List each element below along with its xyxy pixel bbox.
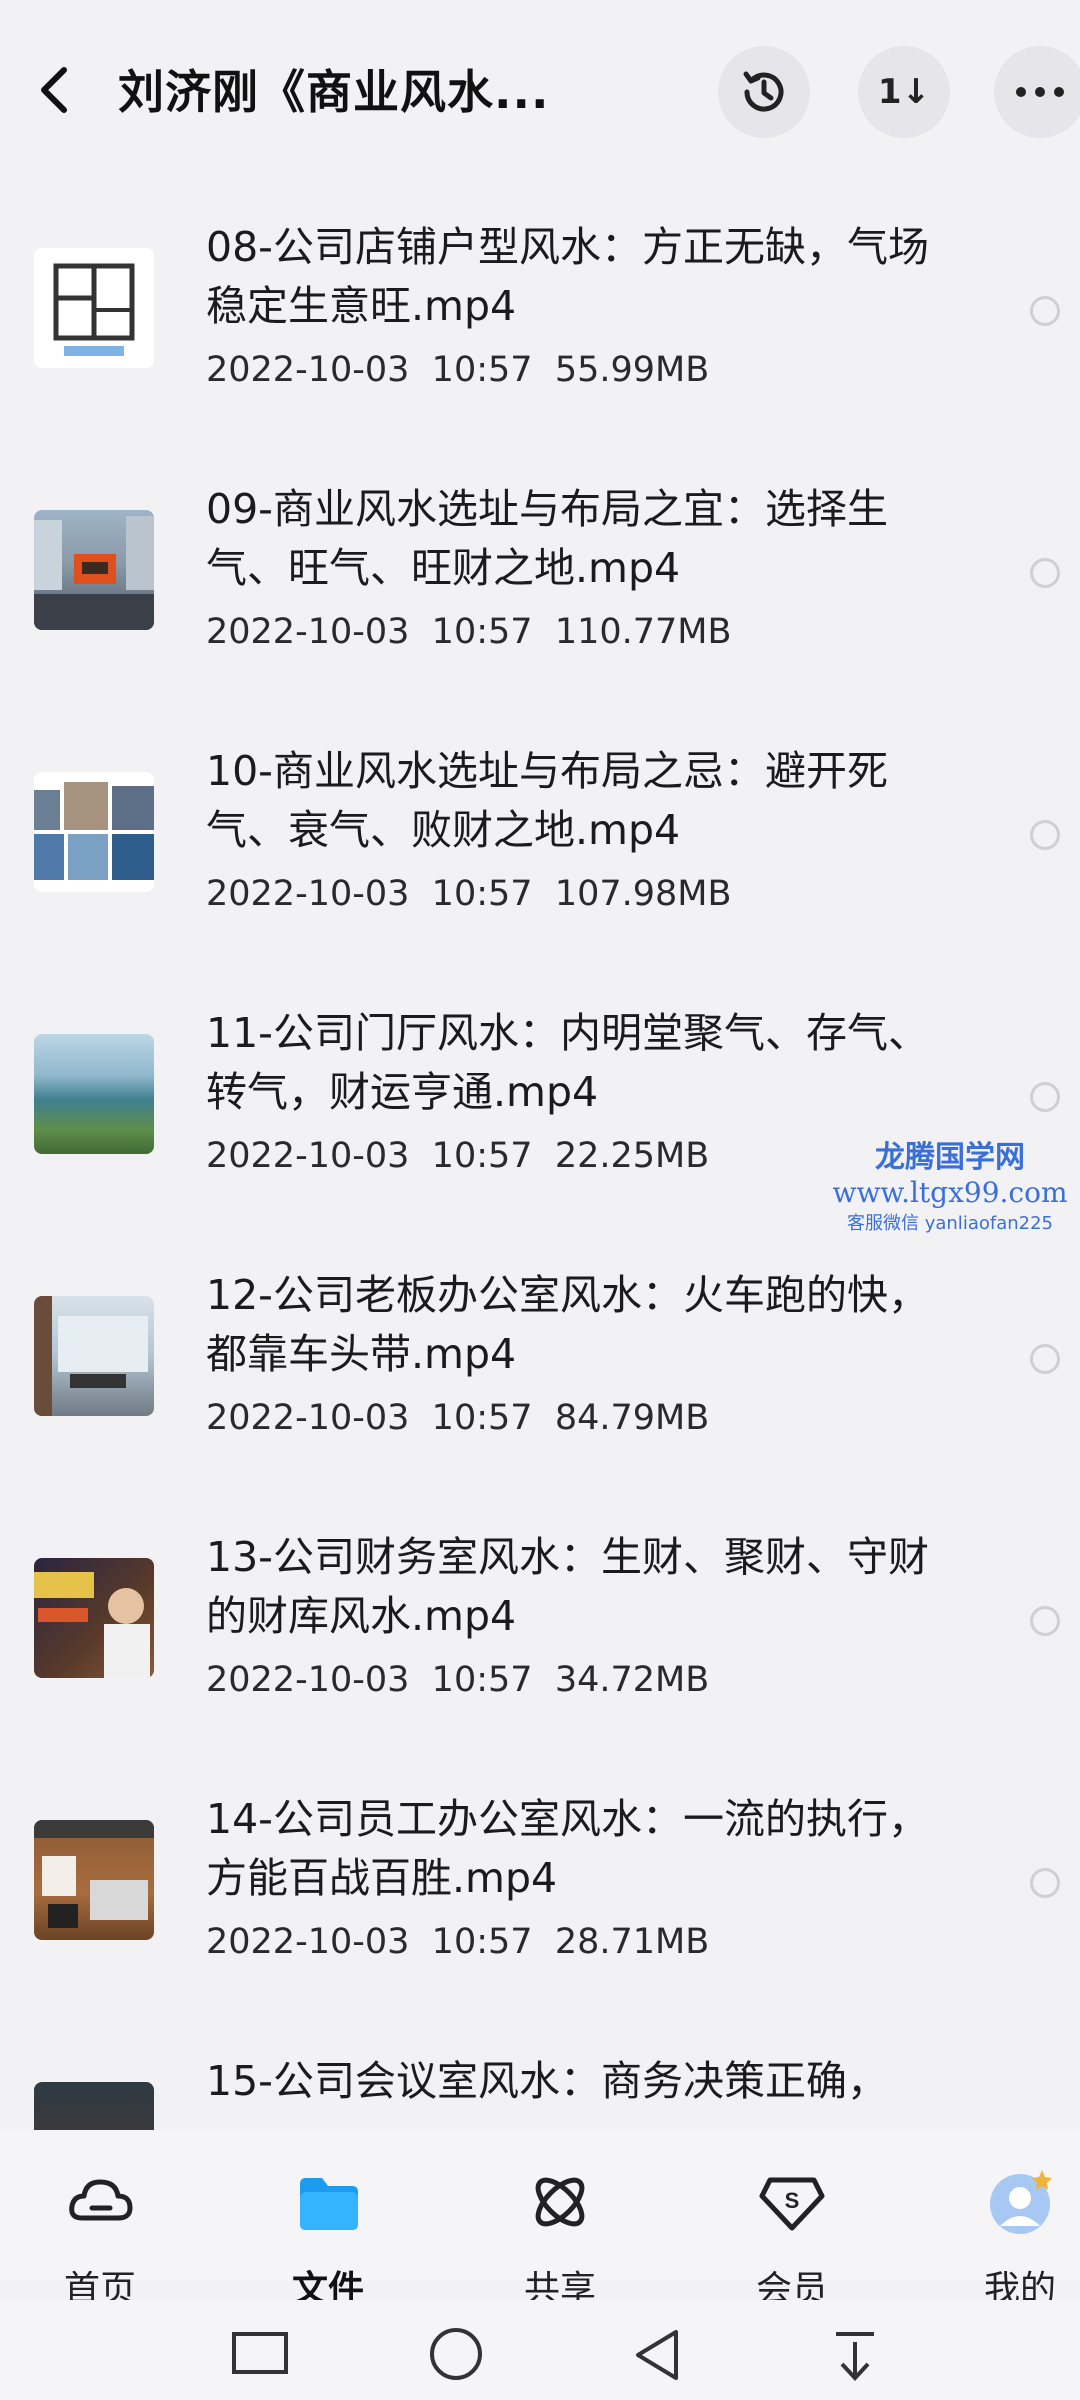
file-size: 28.71MB: [554, 1922, 710, 1962]
select-checkbox[interactable]: [1030, 296, 1060, 326]
vip-diamond-icon: S: [759, 2177, 825, 2231]
file-row[interactable]: 13-公司财务室风水：生财、聚财、守财的财库风水.mp4 2022-10-03 …: [0, 1490, 1080, 1752]
recent-apps-icon[interactable]: [230, 2328, 290, 2378]
folder-icon: [300, 2178, 358, 2230]
file-name: 10-商业风水选址与布局之忌：避开死气、衰气、败财之地.mp4: [206, 747, 888, 854]
file-meta: 2022-10-03 10:57 34.72MB: [206, 1660, 709, 1700]
more-options-button[interactable]: [994, 46, 1080, 138]
file-size: 34.72MB: [554, 1660, 710, 1700]
file-meta: 2022-10-03 10:57 28.71MB: [206, 1922, 709, 1962]
file-time: 10:57: [431, 1660, 533, 1700]
file-row[interactable]: 12-公司老板办公室风水：火车跑的快，都靠车头带.mp4 2022-10-03 …: [0, 1228, 1080, 1490]
svg-text:S: S: [785, 2188, 800, 2213]
video-thumbnail-street: [34, 510, 154, 630]
video-thumbnail-floorplan: [34, 248, 154, 368]
tab-home[interactable]: 首页: [0, 2130, 200, 2310]
watermark: 龙腾国学网 www.ltgx99.com 客服微信 yanliaofan225: [820, 1132, 1080, 1235]
file-meta: 2022-10-03 10:57 84.79MB: [206, 1398, 709, 1438]
sort-button[interactable]: 1↓: [858, 46, 950, 138]
back-triangle-icon[interactable]: [632, 2328, 682, 2384]
file-name: 12-公司老板办公室风水：火车跑的快，都靠车头带.mp4: [206, 1271, 929, 1378]
cloud-home-icon: [69, 2179, 133, 2221]
clock-history-icon: [743, 71, 784, 112]
file-date: 2022-10-03: [206, 612, 410, 652]
file-row[interactable]: 10-商业风水选址与布局之忌：避开死气、衰气、败财之地.mp4 2022-10-…: [0, 704, 1080, 966]
file-date: 2022-10-03: [206, 1660, 410, 1700]
file-size: 107.98MB: [554, 874, 732, 914]
watermark-url: www.ltgx99.com: [832, 1176, 1068, 1209]
file-size: 55.99MB: [554, 350, 710, 390]
file-row[interactable]: 09-商业风水选址与布局之宜：选择生气、旺气、旺财之地.mp4 2022-10-…: [0, 442, 1080, 704]
file-size: 110.77MB: [554, 612, 732, 652]
system-nav-bar: [0, 2300, 1080, 2400]
video-thumbnail-landscape: [34, 1034, 154, 1154]
tab-vip[interactable]: S 会员: [692, 2130, 892, 2310]
watermark-contact: 客服微信 yanliaofan225: [847, 1213, 1053, 1234]
select-checkbox[interactable]: [1030, 820, 1060, 850]
select-checkbox[interactable]: [1030, 1344, 1060, 1374]
file-name: 08-公司店铺户型风水：方正无缺，气场稳定生意旺.mp4: [206, 223, 929, 330]
file-row[interactable]: 14-公司员工办公室风水：一流的执行，方能百战百胜.mp4 2022-10-03…: [0, 1752, 1080, 2014]
sort-label: 1↓: [877, 72, 931, 112]
tab-share[interactable]: 共享: [460, 2130, 660, 2310]
bottom-tab-bar: 首页 文件 共享 S 会员 我的: [0, 2130, 1080, 2310]
file-date: 2022-10-03: [206, 1398, 410, 1438]
download-arrow-icon[interactable]: [830, 2328, 880, 2384]
file-time: 10:57: [431, 1136, 533, 1176]
back-button[interactable]: [30, 60, 80, 120]
file-time: 10:57: [431, 1398, 533, 1438]
select-checkbox[interactable]: [1030, 558, 1060, 588]
history-button[interactable]: [718, 46, 810, 138]
file-date: 2022-10-03: [206, 874, 410, 914]
more-dots-icon: [1016, 87, 1064, 97]
video-thumbnail-meeting: [34, 2082, 154, 2130]
video-thumbnail-lecture: [34, 1558, 154, 1678]
file-date: 2022-10-03: [206, 1136, 410, 1176]
avatar-icon: [990, 2170, 1052, 2234]
watermark-site-name: 龙腾国学网: [875, 1140, 1025, 1175]
file-time: 10:57: [431, 612, 533, 652]
file-meta: 2022-10-03 10:57 110.77MB: [206, 612, 732, 652]
file-name: 09-商业风水选址与布局之宜：选择生气、旺气、旺财之地.mp4: [206, 485, 888, 592]
top-bar: 刘济刚《商业风水... 1↓: [0, 0, 1080, 180]
video-thumbnail-office: [34, 1296, 154, 1416]
file-meta: 2022-10-03 10:57 22.25MB: [206, 1136, 709, 1176]
file-meta: 2022-10-03 10:57 107.98MB: [206, 874, 732, 914]
file-meta: 2022-10-03 10:57 55.99MB: [206, 350, 709, 390]
page-title: 刘济刚《商业风水...: [118, 65, 550, 119]
file-size: 84.79MB: [554, 1398, 710, 1438]
file-time: 10:57: [431, 350, 533, 390]
file-date: 2022-10-03: [206, 350, 410, 390]
file-date: 2022-10-03: [206, 1922, 410, 1962]
file-time: 10:57: [431, 874, 533, 914]
back-arrow-icon: [41, 67, 67, 113]
file-size: 22.25MB: [554, 1136, 710, 1176]
file-name: 14-公司员工办公室风水：一流的执行，方能百战百胜.mp4: [206, 1795, 929, 1902]
tab-files[interactable]: 文件: [228, 2130, 428, 2310]
select-checkbox[interactable]: [1030, 1082, 1060, 1112]
file-name: 11-公司门厅风水：内明堂聚气、存气、转气，财运亨通.mp4: [206, 1009, 929, 1116]
select-checkbox[interactable]: [1030, 1868, 1060, 1898]
file-name: 15-公司会议室风水：商务决策正确，: [206, 2057, 888, 2105]
file-name: 13-公司财务室风水：生财、聚财、守财的财库风水.mp4: [206, 1533, 929, 1640]
file-time: 10:57: [431, 1922, 533, 1962]
home-circle-icon[interactable]: [428, 2328, 484, 2384]
share-orbit-icon: [535, 2177, 585, 2227]
tab-me[interactable]: 我的: [920, 2130, 1080, 2310]
select-checkbox[interactable]: [1030, 1606, 1060, 1636]
video-thumbnail-desk: [34, 1820, 154, 1940]
file-row[interactable]: 08-公司店铺户型风水：方正无缺，气场稳定生意旺.mp4 2022-10-03 …: [0, 180, 1080, 442]
video-thumbnail-collage: [34, 772, 154, 892]
file-row[interactable]: 15-公司会议室风水：商务决策正确，: [0, 2014, 1080, 2130]
